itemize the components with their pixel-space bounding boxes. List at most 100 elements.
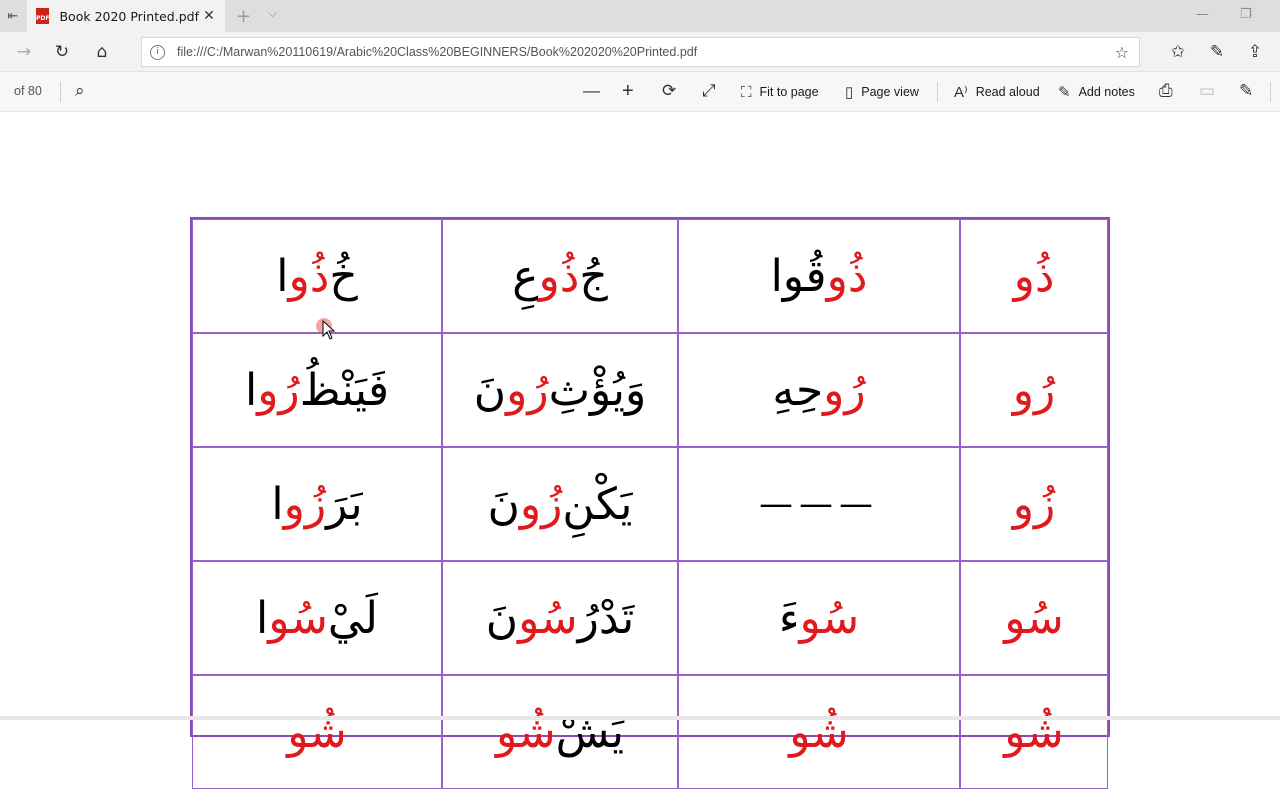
fit-to-page-icon: ⛶ bbox=[741, 83, 752, 101]
table-cell: ذُو قُوا bbox=[678, 219, 960, 333]
read-aloud-icon: A⁾ bbox=[954, 84, 968, 101]
tab-menu-chevron-icon[interactable]: ⌵ bbox=[268, 6, 277, 21]
add-notes-label: Add notes bbox=[1078, 85, 1135, 99]
highlighted-letters: سُو bbox=[268, 592, 328, 644]
highlighted-letters: شُو bbox=[287, 706, 347, 758]
table-cell: شُو bbox=[678, 675, 960, 789]
home-icon[interactable]: ⌂ bbox=[90, 40, 114, 64]
tab-bar: ⇤ PDF Book 2020 Printed.pdf ✕ + ⌵ — ❐ bbox=[0, 0, 1280, 32]
table-cell: شُو bbox=[192, 675, 442, 789]
favorite-star-icon[interactable]: ☆ bbox=[1115, 43, 1129, 62]
page-view-icon: ▯ bbox=[845, 84, 854, 101]
table-cell: سُو bbox=[960, 561, 1108, 675]
table-cell: يَكْنِ زُو نَ bbox=[442, 447, 678, 561]
page-view-label: Page view bbox=[861, 85, 919, 99]
print-icon[interactable]: ⎙ bbox=[1159, 81, 1173, 101]
pdf-file-icon: PDF bbox=[36, 8, 50, 24]
tab-actions-icon[interactable]: ⇤ bbox=[0, 0, 26, 32]
divider bbox=[60, 82, 61, 102]
word-part: نَ bbox=[473, 364, 507, 416]
save-as-icon[interactable]: ✎ bbox=[1239, 81, 1253, 101]
table-cell: ——— bbox=[678, 447, 960, 561]
table-cell: ذُو bbox=[960, 219, 1108, 333]
table-cell: لَيْ سُو ا bbox=[192, 561, 442, 675]
word-part: حِهِ bbox=[772, 364, 824, 416]
fit-to-page-button[interactable]: ⛶ Fit to page bbox=[741, 81, 819, 103]
highlighted-letters: زُو bbox=[283, 478, 327, 530]
bottom-edge bbox=[0, 716, 1280, 720]
search-icon[interactable]: ⌕ bbox=[75, 81, 85, 101]
word-part: يَشْ bbox=[555, 706, 624, 758]
page-view-button[interactable]: ▯ Page view bbox=[845, 81, 919, 103]
fullscreen-icon[interactable]: ⤢ bbox=[702, 81, 716, 101]
highlighted-letters: سُو bbox=[799, 592, 860, 644]
address-bar[interactable]: i file:///C:/Marwan%20110619/Arabic%20Cl… bbox=[141, 37, 1140, 67]
pen-icon: ✎ bbox=[1058, 84, 1071, 101]
read-aloud-label: Read aloud bbox=[975, 85, 1040, 99]
table-cell: زُو bbox=[960, 447, 1108, 561]
web-notes-icon[interactable]: ✎ bbox=[1205, 40, 1229, 64]
url-text[interactable]: file:///C:/Marwan%20110619/Arabic%20Clas… bbox=[177, 45, 697, 59]
tab-title: Book 2020 Printed.pdf bbox=[59, 8, 199, 24]
new-tab-button[interactable]: + bbox=[236, 6, 251, 27]
refresh-icon[interactable]: ↻ bbox=[50, 40, 74, 64]
highlighted-letters: ذُو bbox=[1013, 250, 1055, 302]
browser-tab[interactable]: PDF Book 2020 Printed.pdf ✕ bbox=[27, 0, 225, 32]
highlighted-letters: رُو bbox=[257, 364, 300, 416]
table-cell: رُو حِهِ bbox=[678, 333, 960, 447]
table-cell: شُو bbox=[960, 675, 1108, 789]
word-part: يَكْنِ bbox=[562, 478, 633, 530]
add-notes-button[interactable]: ✎ Add notes bbox=[1058, 81, 1135, 103]
highlighted-letters: ذُو bbox=[288, 250, 330, 302]
word-part: نَ bbox=[487, 478, 520, 530]
mouse-cursor-icon bbox=[322, 320, 336, 340]
word-part: بَرَ bbox=[326, 478, 363, 530]
zoom-in-icon[interactable]: + bbox=[622, 81, 634, 101]
highlighted-letters: رُو bbox=[1012, 364, 1056, 416]
table-cell: فَيَنْظُ رُو ا bbox=[192, 333, 442, 447]
forward-icon[interactable]: → bbox=[12, 40, 36, 64]
fit-to-page-label: Fit to page bbox=[759, 85, 819, 99]
pdf-toolbar: of 80 ⌕ — + ⟳ ⤢ ⛶ Fit to page ▯ Page vie… bbox=[0, 72, 1280, 112]
divider bbox=[1270, 82, 1271, 102]
table-cell: رُو bbox=[960, 333, 1108, 447]
favorites-hub-icon[interactable]: ✩ bbox=[1166, 40, 1190, 64]
table-row: فَيَنْظُ رُو ا وَيُؤْثِ رُو نَ رُو حِهِ رُو bbox=[192, 333, 1108, 447]
rotate-icon[interactable]: ⟳ bbox=[662, 81, 676, 101]
word-part: ا bbox=[271, 478, 284, 530]
navigation-bar: → ↻ ⌂ i file:///C:/Marwan%20110619/Arabi… bbox=[0, 32, 1280, 72]
word-part: ا bbox=[244, 364, 258, 416]
highlighted-letters: شُو bbox=[496, 706, 556, 758]
minimize-button[interactable]: — bbox=[1196, 7, 1209, 22]
word-part: ءَ bbox=[778, 592, 800, 644]
word-part: لَيْ bbox=[327, 592, 378, 644]
highlighted-letters: ذُو bbox=[826, 250, 868, 302]
table-cell: سُو ءَ bbox=[678, 561, 960, 675]
close-tab-icon[interactable]: ✕ bbox=[199, 8, 219, 24]
restore-button[interactable]: ❐ bbox=[1240, 7, 1252, 22]
highlighted-letters: زُو bbox=[1012, 478, 1056, 530]
highlighted-letters: ذُو bbox=[538, 250, 580, 302]
word-part: جُ bbox=[579, 250, 608, 302]
save-icon[interactable]: ▭ bbox=[1199, 81, 1215, 101]
info-icon[interactable]: i bbox=[150, 44, 165, 60]
table-row: بَرَ زُو ا يَكْنِ زُو نَ ——— زُو bbox=[192, 447, 1108, 561]
divider bbox=[937, 82, 938, 102]
word-part: تَدْرُ bbox=[577, 592, 635, 644]
highlighted-letters: سُو bbox=[1004, 592, 1064, 644]
highlighted-letters: شُو bbox=[789, 706, 849, 758]
zoom-out-icon[interactable]: — bbox=[583, 81, 600, 101]
highlighted-letters: رُو bbox=[823, 364, 866, 416]
read-aloud-button[interactable]: A⁾ Read aloud bbox=[954, 81, 1040, 103]
highlighted-letters: زُو bbox=[519, 478, 563, 530]
table-cell: بَرَ زُو ا bbox=[192, 447, 442, 561]
arabic-vocabulary-table: خُ ذُو ا جُ ذُو عِ ذُو قُوا ذُو فَيَنْظُ رُو ا وَيُؤ… bbox=[190, 217, 1110, 789]
word-part: قُوا bbox=[770, 250, 827, 302]
word-part: عِ bbox=[512, 250, 539, 302]
page-count: of 80 bbox=[14, 84, 42, 98]
word-part: ا bbox=[256, 592, 269, 644]
highlighted-letters: شُو bbox=[1004, 706, 1064, 758]
share-icon[interactable]: ⇪ bbox=[1243, 40, 1267, 64]
table-cell: تَدْرُ سُو نَ bbox=[442, 561, 678, 675]
highlighted-letters: رُو bbox=[506, 364, 549, 416]
